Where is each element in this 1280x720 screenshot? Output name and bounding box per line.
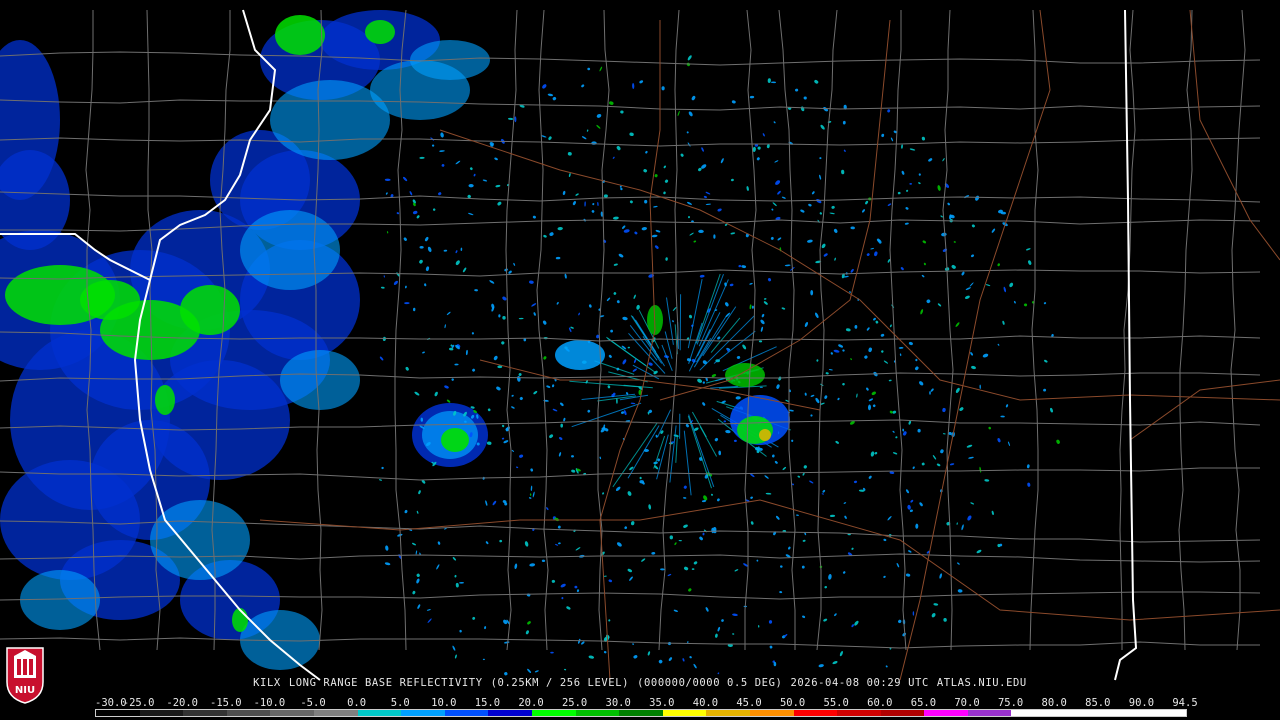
colorbar-tick-label: 65.0 (910, 697, 937, 709)
radar-map: NIU KILX LONG RANGE BASE REFLECTIVITY (0.2… (0, 0, 1280, 720)
product-name: LONG RANGE BASE REFLECTIVITY (288, 677, 483, 689)
colorbar-swatch (1142, 710, 1186, 716)
colorbar-tick-label: 85.0 (1085, 697, 1111, 709)
reflectivity-echoes (0, 10, 1060, 676)
timestamp: 2026-04-08 00:29 UTC (790, 677, 929, 689)
colorbar-swatch (531, 710, 576, 716)
colorbar-tick-label: -5.0 (300, 697, 326, 709)
radar-map-canvas (0, 9, 1280, 681)
colorbar-tick-label: 94.5 (1172, 697, 1198, 709)
colorbar-swatch (924, 710, 968, 716)
colorbar-swatch (967, 710, 1012, 716)
colorbar-swatch (313, 710, 358, 716)
niu-logo: NIU (4, 646, 46, 704)
colorbar-swatch (401, 710, 445, 716)
colorbar-swatch (1055, 710, 1099, 716)
colorbar-swatch (96, 710, 140, 716)
colorbar-swatch (793, 710, 838, 716)
colorbar-swatch (880, 710, 925, 716)
colorbar-swatch (488, 710, 532, 716)
colorbar-tick-label: 25.0 (561, 697, 588, 709)
product-params: (0.25KM / 256 LEVEL) (490, 677, 630, 689)
colorbar-tick-label: -10.0 (253, 697, 286, 709)
colorbar-swatch (1011, 710, 1056, 716)
colorbar-tick-label: -15.0 (209, 697, 242, 709)
colorbar-tick-label: 35.0 (649, 697, 675, 709)
colorbar-swatch (444, 710, 489, 716)
colorbar-swatch (1098, 710, 1143, 716)
colorbar (95, 709, 1187, 717)
colorbar-tick-label: 15.0 (474, 697, 501, 709)
colorbar-labels: -30.0 -25.0 -20.0 -15.0 -10.0 -5.0 0.0 5.0 10.0 1… (95, 697, 1198, 709)
colorbar-tick-label: 30.0 (605, 697, 631, 709)
colorbar-tick-label: 10.0 (431, 697, 457, 709)
colorbar-tick-label: -25.0 (122, 697, 155, 709)
colorbar-tick-label: 50.0 (779, 697, 806, 709)
colorbar-swatch (183, 710, 227, 716)
colorbar-tick-label: 90.0 (1128, 697, 1155, 709)
colorbar-tick-label: -20.0 (166, 697, 198, 709)
colorbar-tick-label: 75.0 (997, 697, 1024, 709)
vcp-info: (000000/0000 0.5 DEG) (637, 677, 783, 689)
colorbar-swatch (619, 710, 663, 716)
colorbar-tick-label: 45.0 (736, 697, 762, 709)
colorbar-swatch (139, 710, 184, 716)
colorbar-swatch (706, 710, 750, 716)
colorbar-swatch (226, 710, 271, 716)
niu-seal-icon: NIU (6, 647, 44, 704)
colorbar-swatch (749, 710, 794, 716)
colorbar-tick-label: 80.0 (1041, 697, 1067, 709)
colorbar-tick-label: 70.0 (954, 697, 980, 709)
colorbar-tick-label: 20.0 (518, 697, 544, 709)
colorbar-tick-label: 40.0 (692, 697, 719, 709)
product-caption: KILX LONG RANGE BASE REFLECTIVITY (0.25KM … (0, 677, 1280, 689)
colorbar-swatch (662, 710, 707, 716)
colorbar-swatch (270, 710, 314, 716)
colorbar-tick-label: 5.0 (390, 697, 410, 709)
station-id: KILX (253, 677, 281, 689)
source-url: ATLAS.NIU.EDU (936, 677, 1027, 689)
colorbar-swatch (837, 710, 881, 716)
colorbar-swatch (575, 710, 620, 716)
colorbar-swatch (357, 710, 402, 716)
colorbar-tick-label: 55.0 (823, 697, 849, 709)
colorbar-tick-label: 60.0 (867, 697, 893, 709)
colorbar-tick-label: 0.0 (347, 697, 367, 709)
